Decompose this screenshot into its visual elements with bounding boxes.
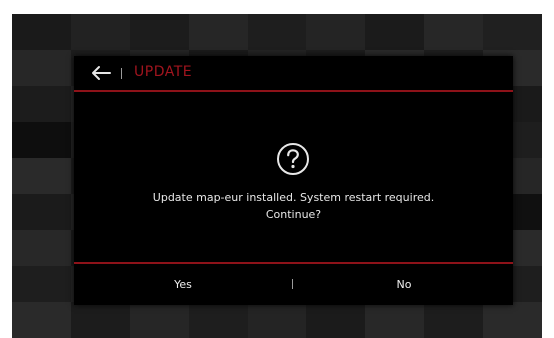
message-line-1: Update map-eur installed. System restart… [152,191,435,204]
footer-divider [74,262,513,264]
update-dialog: UPDATE Update map-eur installed. System … [74,56,513,305]
question-circle-icon [277,143,309,175]
message-line-2: Continue? [265,208,322,221]
back-arrow-icon [92,66,111,80]
no-button[interactable]: No [295,270,513,298]
dialog-title: UPDATE [134,64,193,80]
header-divider [74,90,513,92]
back-button[interactable] [88,61,114,85]
header-separator [121,68,122,79]
dialog-header: UPDATE [74,56,513,90]
button-separator [292,279,293,289]
dialog-message: Update map-eur installed. System restart… [84,189,503,223]
yes-button[interactable]: Yes [74,270,292,298]
infotainment-screen: UPDATE Update map-eur installed. System … [12,14,542,338]
